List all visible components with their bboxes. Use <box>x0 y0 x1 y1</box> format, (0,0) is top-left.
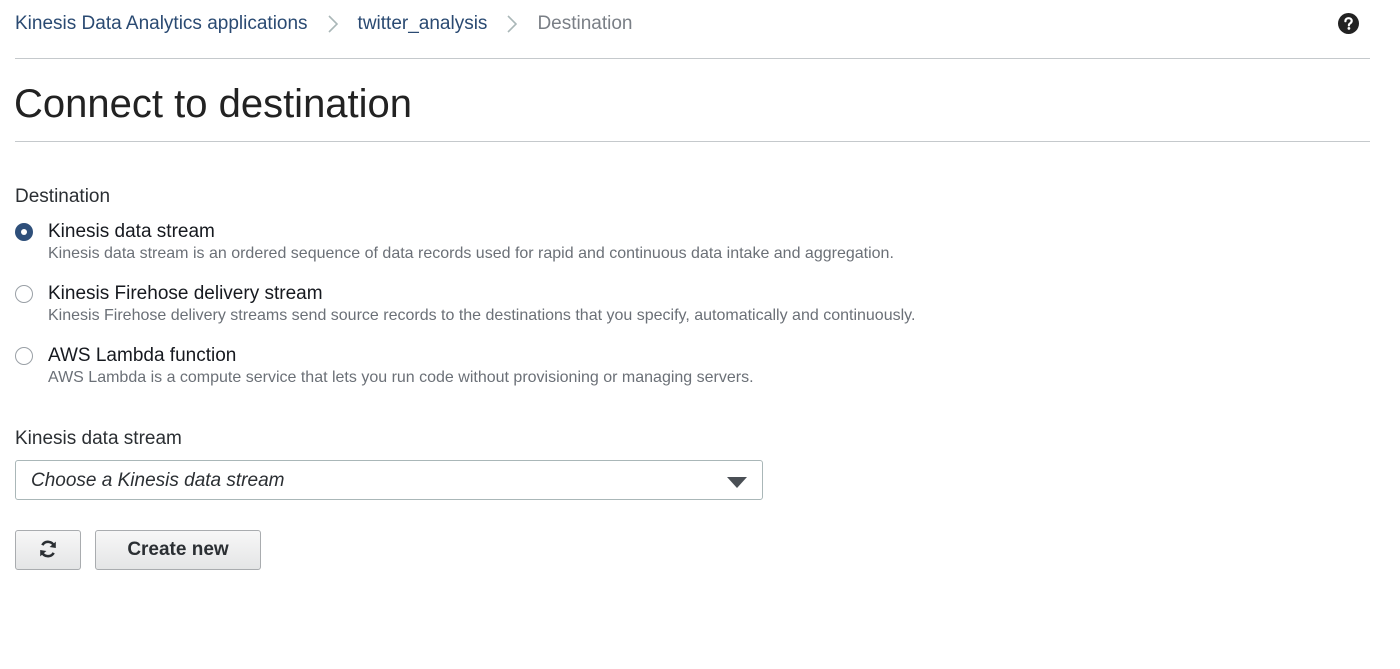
radio-button-selected[interactable] <box>15 223 33 241</box>
stream-select-label: Kinesis data stream <box>15 428 182 449</box>
option-description: Kinesis data stream is an ordered sequen… <box>48 245 894 262</box>
title-divider <box>15 141 1370 142</box>
stream-select-placeholder: Choose a Kinesis data stream <box>31 470 285 491</box>
radio-button[interactable] <box>15 347 33 365</box>
page: Kinesis Data Analytics applications twit… <box>0 0 1400 669</box>
radio-button[interactable] <box>15 285 33 303</box>
help-icon[interactable] <box>1338 13 1359 34</box>
option-title: Kinesis data stream <box>48 221 215 242</box>
header-divider <box>15 58 1370 59</box>
stream-select[interactable]: Choose a Kinesis data stream <box>15 460 763 500</box>
option-description: Kinesis Firehose delivery streams send s… <box>48 307 916 324</box>
refresh-button[interactable] <box>15 530 81 570</box>
destination-option-firehose[interactable]: Kinesis Firehose delivery stream Kinesis… <box>15 283 915 326</box>
refresh-icon <box>38 539 58 562</box>
page-title: Connect to destination <box>14 82 413 126</box>
breadcrumb: Kinesis Data Analytics applications twit… <box>15 10 633 38</box>
caret-down-icon <box>727 475 747 493</box>
option-description: AWS Lambda is a compute service that let… <box>48 369 754 386</box>
destination-label: Destination <box>15 186 111 207</box>
breadcrumb-current: Destination <box>537 13 633 34</box>
chevron-right-icon <box>308 13 358 35</box>
breadcrumb-applications-link[interactable]: Kinesis Data Analytics applications <box>15 13 308 35</box>
breadcrumb-app-link[interactable]: twitter_analysis <box>358 13 488 35</box>
create-new-button[interactable]: Create new <box>95 530 261 570</box>
destination-option-kinesis-data-stream[interactable]: Kinesis data stream Kinesis data stream … <box>15 221 894 264</box>
chevron-right-icon <box>487 13 537 35</box>
option-title: Kinesis Firehose delivery stream <box>48 283 323 304</box>
option-title: AWS Lambda function <box>48 345 237 366</box>
destination-option-lambda[interactable]: AWS Lambda function AWS Lambda is a comp… <box>15 345 754 388</box>
